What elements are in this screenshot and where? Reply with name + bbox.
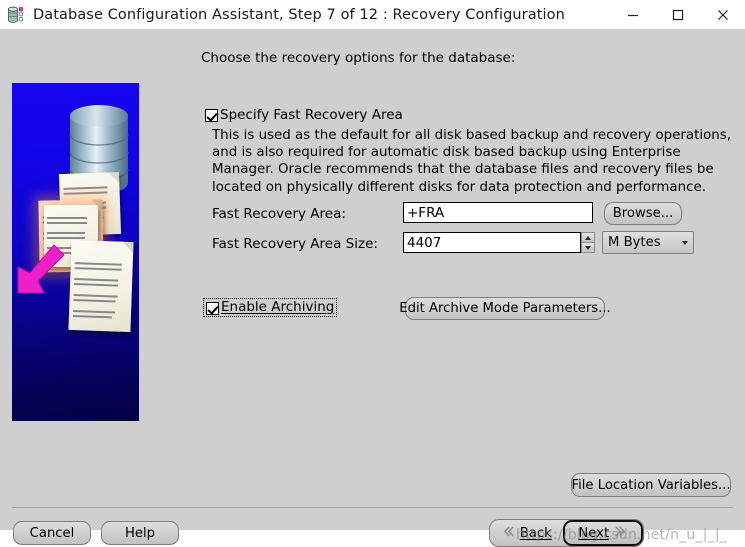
magenta-arrow-icon — [14, 243, 66, 301]
back-label: Back — [519, 525, 552, 541]
fast-recovery-area-input[interactable] — [403, 202, 593, 223]
browse-button[interactable]: Browse... — [604, 202, 682, 225]
close-button[interactable] — [700, 0, 745, 29]
main-content: Choose the recovery options for the data… — [200, 29, 745, 530]
specify-fast-recovery-area-checkbox[interactable]: Specify Fast Recovery Area — [205, 108, 403, 123]
help-button[interactable]: Help — [101, 521, 179, 545]
fast-recovery-area-size-input[interactable] — [403, 232, 581, 253]
file-location-variables-button[interactable]: File Location Variables... — [571, 473, 731, 497]
client-area: Choose the recovery options for the data… — [0, 29, 745, 547]
enable-archiving-checkbox[interactable]: Enable Archiving — [203, 298, 338, 317]
next-label: Next — [578, 525, 610, 541]
chevron-down-icon — [682, 240, 688, 245]
chevron-left-icon — [502, 525, 515, 542]
recovery-illustration — [12, 83, 139, 421]
size-unit-value: M Bytes — [608, 235, 661, 250]
page-fold-corner — [107, 171, 120, 184]
checkbox-box[interactable] — [205, 109, 218, 122]
footer-divider — [12, 507, 733, 508]
triangle-down-icon — [585, 245, 591, 250]
triangle-up-icon — [585, 235, 591, 240]
enable-archiving-label: Enable Archiving — [221, 299, 335, 315]
window-title: Database Configuration Assistant, Step 7… — [33, 6, 565, 23]
fast-recovery-area-label: Fast Recovery Area: — [212, 206, 346, 222]
navigation-button-group: Back Next — [489, 519, 644, 547]
stepper-up-button[interactable] — [581, 232, 595, 242]
size-unit-dropdown[interactable]: M Bytes — [602, 231, 694, 254]
back-button[interactable]: Back — [490, 520, 564, 546]
size-stepper[interactable] — [581, 232, 595, 253]
intro-text: Choose the recovery options for the data… — [201, 50, 516, 66]
dbca-recovery-configuration-window: Database Configuration Assistant, Step 7… — [0, 0, 745, 547]
title-bar: Database Configuration Assistant, Step 7… — [0, 0, 745, 29]
fast-recovery-area-size-label: Fast Recovery Area Size: — [212, 236, 378, 252]
maximize-button[interactable] — [655, 0, 700, 29]
page-fold-corner — [122, 241, 134, 254]
checkbox-box[interactable] — [206, 301, 219, 315]
window-controls — [610, 0, 745, 29]
next-button[interactable]: Next — [562, 520, 643, 546]
document-sheet-front — [68, 239, 134, 333]
chevron-right-icon — [614, 525, 627, 542]
edit-archive-mode-parameters-button[interactable]: Edit Archive Mode Parameters... — [399, 297, 611, 320]
database-icon — [7, 6, 25, 24]
specify-fast-recovery-area-label: Specify Fast Recovery Area — [220, 107, 403, 123]
minimize-button[interactable] — [610, 0, 655, 29]
stepper-down-button[interactable] — [581, 242, 595, 253]
description-text: This is used as the default for all disk… — [212, 128, 732, 195]
cancel-button[interactable]: Cancel — [13, 521, 91, 545]
